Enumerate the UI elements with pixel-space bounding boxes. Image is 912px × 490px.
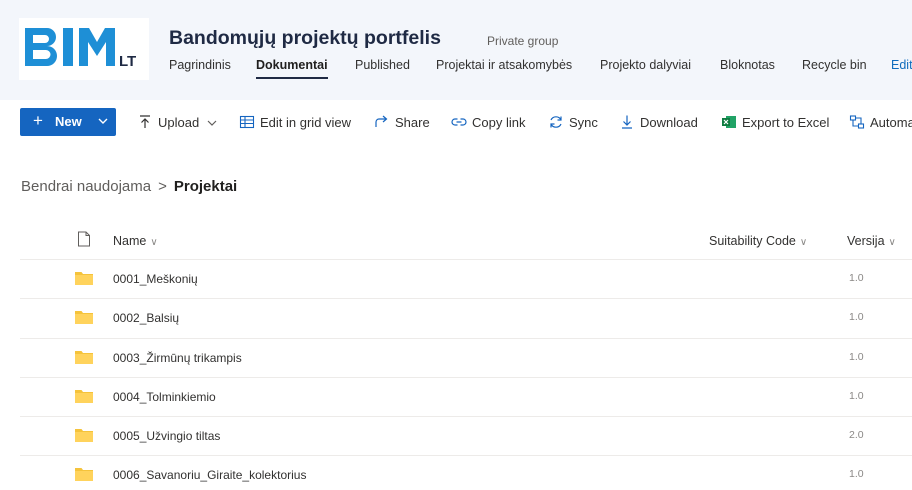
chevron-down-icon: ∨ bbox=[799, 237, 808, 248]
download-icon bbox=[622, 115, 632, 129]
table-row[interactable]: 0003_Žirmūnų trikampis 1.0 bbox=[20, 338, 912, 377]
automate-icon bbox=[849, 115, 865, 129]
row-name[interactable]: 0005_Užvingio tiltas bbox=[113, 429, 220, 443]
nav-projektai-ir-atsakomybes[interactable]: Projektai ir atsakomybės bbox=[436, 58, 572, 72]
privacy-label: Private group bbox=[487, 34, 559, 48]
table-row[interactable]: 0006_Savanoriu_Giraite_kolektorius 1.0 bbox=[20, 455, 912, 490]
folder-icon bbox=[75, 311, 93, 324]
chevron-down-icon bbox=[207, 120, 217, 126]
column-header-suitability[interactable]: Suitability Code ∨ bbox=[709, 234, 807, 248]
row-name[interactable]: 0003_Žirmūnų trikampis bbox=[113, 351, 242, 365]
sync-icon bbox=[550, 116, 562, 128]
folder-icon bbox=[75, 468, 93, 481]
share-label: Share bbox=[395, 115, 430, 130]
file-type-icon[interactable] bbox=[77, 231, 91, 247]
row-name[interactable]: 0004_Tolminkiemio bbox=[113, 390, 216, 404]
nav-projekto-dalyviai[interactable]: Projekto dalyviai bbox=[600, 58, 691, 72]
plus-icon: + bbox=[33, 111, 43, 130]
nav-bloknotas[interactable]: Bloknotas bbox=[720, 58, 775, 72]
export-excel-label: Export to Excel bbox=[742, 115, 830, 130]
table-row[interactable]: 0005_Užvingio tiltas 2.0 bbox=[20, 416, 912, 455]
new-button-label: New bbox=[55, 114, 82, 129]
nav-recycle-bin[interactable]: Recycle bin bbox=[802, 58, 867, 72]
site-nav: Pagrindinis Dokumentai Published Projekt… bbox=[0, 58, 912, 79]
excel-icon bbox=[722, 116, 736, 128]
folder-icon bbox=[75, 429, 93, 442]
breadcrumb: Bendrai naudojama > Projektai bbox=[21, 178, 237, 195]
row-version: 1.0 bbox=[849, 272, 864, 284]
column-version-label: Versija bbox=[847, 234, 885, 248]
breadcrumb-current: Projektai bbox=[173, 178, 238, 195]
chevron-down-icon: ∨ bbox=[888, 237, 896, 248]
chevron-down-icon: ∨ bbox=[150, 237, 158, 248]
nav-pagrindinis[interactable]: Pagrindinis bbox=[169, 58, 231, 72]
automate-label: Automa bbox=[870, 115, 912, 130]
site-header: LT Bandomųjų projektų portfelis Private … bbox=[0, 0, 912, 100]
new-button[interactable]: + New bbox=[20, 108, 116, 136]
share-icon bbox=[375, 115, 388, 127]
chevron-down-icon bbox=[98, 114, 108, 129]
row-version: 1.0 bbox=[849, 390, 864, 402]
grid-icon bbox=[239, 115, 255, 129]
list-header: Name ∨ Suitability Code ∨ Versija ∨ bbox=[0, 226, 912, 259]
column-suitability-label: Suitability Code bbox=[709, 234, 796, 248]
site-title[interactable]: Bandomųjų projektų portfelis bbox=[169, 27, 441, 50]
column-name-label: Name bbox=[113, 234, 147, 248]
upload-label: Upload bbox=[158, 115, 200, 130]
sync-label: Sync bbox=[569, 115, 598, 130]
nav-published[interactable]: Published bbox=[355, 58, 410, 72]
row-version: 2.0 bbox=[849, 429, 864, 441]
breadcrumb-separator: > bbox=[158, 178, 167, 195]
folder-icon bbox=[75, 351, 93, 364]
breadcrumb-parent[interactable]: Bendrai naudojama bbox=[21, 178, 151, 195]
folder-icon bbox=[75, 390, 93, 403]
nav-dokumentai[interactable]: Dokumentai bbox=[256, 58, 328, 79]
table-row[interactable]: 0001_Meškonių 1.0 bbox=[20, 259, 912, 298]
row-version: 1.0 bbox=[849, 351, 864, 363]
row-name[interactable]: 0006_Savanoriu_Giraite_kolektorius bbox=[113, 468, 306, 482]
table-row[interactable]: 0004_Tolminkiemio 1.0 bbox=[20, 377, 912, 416]
edit-grid-view-label: Edit in grid view bbox=[260, 115, 352, 130]
copy-link-label: Copy link bbox=[472, 115, 526, 130]
table-row[interactable]: 0002_Balsių 1.0 bbox=[20, 298, 912, 337]
command-bar: + New Upload Edit in grid view Share Cop… bbox=[0, 100, 912, 144]
upload-icon bbox=[140, 115, 150, 128]
link-icon bbox=[451, 118, 467, 126]
row-name[interactable]: 0002_Balsių bbox=[113, 311, 179, 325]
folder-icon bbox=[75, 272, 93, 285]
row-version: 1.0 bbox=[849, 311, 864, 323]
download-label: Download bbox=[640, 115, 698, 130]
row-name[interactable]: 0001_Meškonių bbox=[113, 272, 198, 286]
column-header-name[interactable]: Name ∨ bbox=[113, 234, 158, 248]
nav-edit-link[interactable]: Edit bbox=[891, 58, 912, 72]
row-version: 1.0 bbox=[849, 468, 864, 480]
column-header-version[interactable]: Versija ∨ bbox=[847, 234, 896, 248]
